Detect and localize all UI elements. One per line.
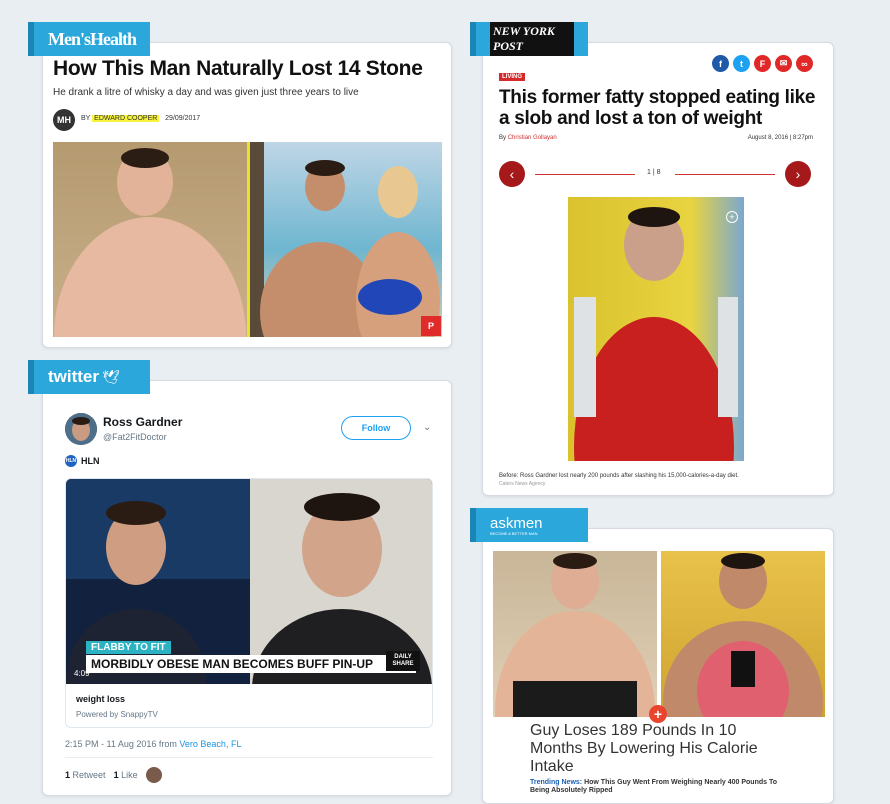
gallery-count: 1 | 8 xyxy=(647,169,661,176)
nypost-brand-tab: NEW YORK POST xyxy=(470,22,588,56)
menshealth-headline[interactable]: How This Man Naturally Lost 14 Stone xyxy=(53,57,423,81)
link-icon[interactable]: ∞ xyxy=(796,55,813,72)
twitter-handle[interactable]: @Fat2FitDoctor xyxy=(103,432,167,442)
tweet-time[interactable]: 2:15 PM - 11 Aug 2016 from xyxy=(65,739,179,749)
nypost-section-tag[interactable]: LIVING xyxy=(499,73,526,81)
trending-label: Trending News: xyxy=(530,779,583,786)
tweet-divider xyxy=(65,757,433,758)
nypost-author[interactable]: Christian Gollayan xyxy=(508,135,557,141)
nypost-caption: Before: Ross Gardner lost nearly 200 pou… xyxy=(499,473,739,479)
menshealth-brand-tab: Men'sHealth xyxy=(28,22,150,56)
askmen-before-photo xyxy=(493,551,657,717)
nypost-photo[interactable]: + xyxy=(568,197,744,461)
nypost-logo: NEW YORK POST xyxy=(490,22,574,56)
facebook-icon[interactable]: f xyxy=(712,55,729,72)
pinterest-icon[interactable]: P xyxy=(421,316,441,336)
email-icon[interactable]: ✉ xyxy=(775,55,792,72)
daily-share-logo: DAILY SHARE xyxy=(386,651,420,671)
chevron-down-icon[interactable]: ⌄ xyxy=(423,422,431,433)
hln-icon: HLN xyxy=(65,455,77,467)
menshealth-before-photo xyxy=(53,142,247,337)
media-subtitle: Powered by SnappyTV xyxy=(76,710,158,719)
tweet-location[interactable]: Vero Beach, FL xyxy=(179,739,241,749)
liker-avatar[interactable] xyxy=(145,767,162,783)
twitter-brand-tab: twitter 🕊 xyxy=(28,360,150,394)
twitter-source[interactable]: HLN HLN xyxy=(65,455,100,467)
twitter-display-name[interactable]: Ross Gardner xyxy=(103,415,182,429)
menshealth-after-photo xyxy=(250,142,442,337)
askmen-logo: askmen xyxy=(490,515,543,532)
menshealth-author-avatar: MH xyxy=(53,109,75,131)
nypost-byline: By Christian Gollayan xyxy=(499,135,557,141)
like-stat[interactable]: 1 Like xyxy=(114,770,138,780)
twitter-bird-icon: 🕊 xyxy=(102,368,120,385)
askmen-brand-tab: askmen BECOME A BETTER MAN xyxy=(470,508,588,542)
like-label: Like xyxy=(121,770,138,780)
nypost-share-bar: f t F ✉ ∞ xyxy=(712,55,813,72)
menshealth-subtitle: He drank a litre of whisky a day and was… xyxy=(53,87,359,98)
like-count: 1 xyxy=(113,770,119,780)
nypost-gallery-nav: ‹ 1 | 8 › xyxy=(499,161,811,189)
twitter-video[interactable]: FLABBY TO FIT MORBIDLY OBESE MAN BECOMES… xyxy=(66,479,432,684)
askmen-headline[interactable]: Guy Loses 189 Pounds In 10 Months By Low… xyxy=(530,722,790,776)
follow-button[interactable]: Follow xyxy=(341,416,411,440)
nypost-headline[interactable]: This former fatty stopped eating like a … xyxy=(499,87,819,129)
menshealth-byline: BY EDWARD COOPER 29/09/2017 xyxy=(81,115,200,122)
video-duration: 4:09 xyxy=(74,669,90,678)
nypost-date: August 8, 2016 | 8:27pm xyxy=(747,135,813,141)
expand-icon[interactable]: + xyxy=(649,705,667,723)
askmen-tagline: BECOME A BETTER MAN xyxy=(490,531,538,536)
gallery-line-left xyxy=(535,174,635,175)
twitter-media-card[interactable]: FLABBY TO FIT MORBIDLY OBESE MAN BECOMES… xyxy=(65,478,433,728)
retweet-count: 1 xyxy=(65,770,71,780)
gallery-prev-button[interactable]: ‹ xyxy=(499,161,525,187)
menshealth-author[interactable]: EDWARD COOPER xyxy=(92,115,160,122)
askmen-trending[interactable]: Trending News: How This Guy Went From We… xyxy=(530,779,790,795)
menshealth-logo: Men'sHealth xyxy=(48,28,137,49)
menshealth-by: BY xyxy=(81,115,91,122)
nypost-card[interactable]: f t F ✉ ∞ LIVING This former fatty stopp… xyxy=(482,42,834,496)
askmen-card[interactable]: + Guy Loses 189 Pounds In 10 Months By L… xyxy=(482,528,834,804)
nypost-by: By xyxy=(499,135,507,141)
askmen-after-photo xyxy=(661,551,825,717)
video-chyron-main: MORBIDLY OBESE MAN BECOMES BUFF PIN-UP xyxy=(86,655,416,673)
twitter-logo: twitter xyxy=(48,367,99,386)
media-title[interactable]: weight loss xyxy=(76,694,125,704)
gallery-next-button[interactable]: › xyxy=(785,161,811,187)
gallery-line-right xyxy=(675,174,775,175)
retweet-label: Retweet xyxy=(72,770,106,780)
expand-icon[interactable]: + xyxy=(726,211,738,223)
twitter-icon[interactable]: t xyxy=(733,55,750,72)
menshealth-date: 29/09/2017 xyxy=(165,115,201,122)
retweet-stat[interactable]: 1 Retweet xyxy=(65,770,106,780)
flipboard-icon[interactable]: F xyxy=(754,55,771,72)
tweet-timestamp: 2:15 PM - 11 Aug 2016 from Vero Beach, F… xyxy=(65,739,241,749)
twitter-source-name: HLN xyxy=(81,456,100,466)
nypost-credit: Caters News Agency xyxy=(499,481,546,487)
twitter-card[interactable]: Ross Gardner @Fat2FitDoctor Follow ⌄ HLN… xyxy=(42,380,452,796)
menshealth-card[interactable]: How This Man Naturally Lost 14 Stone He … xyxy=(42,42,452,348)
tweet-stats: 1 Retweet 1 Like xyxy=(65,767,162,783)
twitter-avatar[interactable] xyxy=(65,413,97,445)
video-chyron-top: FLABBY TO FIT xyxy=(86,641,171,654)
